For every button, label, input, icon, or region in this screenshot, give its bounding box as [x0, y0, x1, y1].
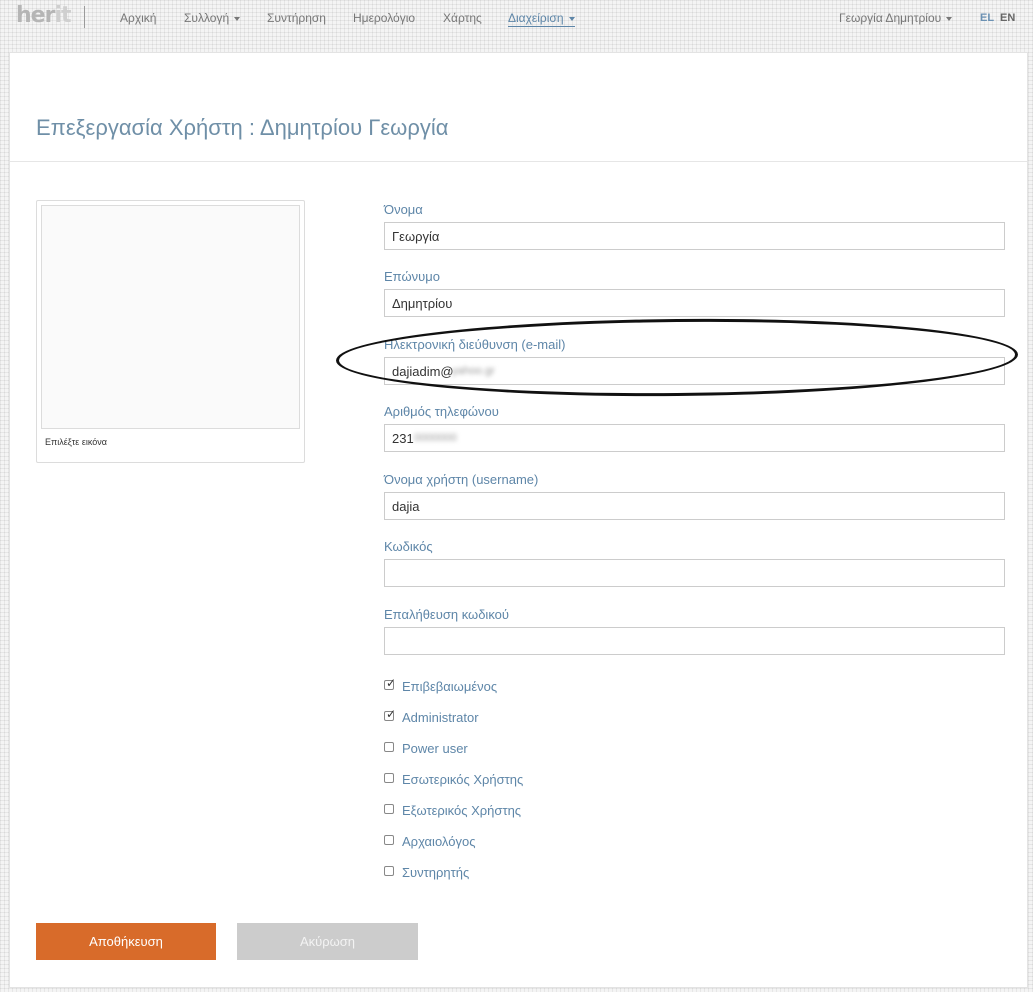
herit-logo[interactable]: herit: [16, 3, 72, 29]
email-field[interactable]: [384, 357, 1005, 385]
user-menu-name: Γεωργία Δημητρίου: [839, 11, 942, 25]
nav-item-collection[interactable]: Συλλογή: [184, 10, 241, 26]
role-label: Administrator: [402, 710, 479, 725]
password-confirm-label: Επαλήθευση κωδικού: [384, 607, 509, 622]
nav-item-map[interactable]: Χάρτης: [443, 10, 482, 26]
phone-field[interactable]: [384, 424, 1005, 452]
nav-item-collection-label: Συλλογή: [184, 11, 230, 25]
checkbox[interactable]: [384, 773, 394, 783]
user-menu[interactable]: Γεωργία Δημητρίου: [839, 10, 953, 26]
checkbox[interactable]: [384, 835, 394, 845]
role-label: Εξωτερικός Χρήστης: [402, 803, 522, 818]
password-label: Κωδικός: [384, 539, 433, 554]
nav-item-administration-label: Διαχείριση: [508, 11, 564, 25]
language-en-link[interactable]: EN: [1000, 10, 1015, 26]
logo-text-tail: it: [54, 3, 71, 28]
nav-item-calendar[interactable]: Ημερολόγιο: [353, 10, 415, 26]
role-label: Συντηρητής: [402, 865, 470, 880]
checkmark-icon: ✓: [386, 707, 397, 721]
checkbox[interactable]: [384, 804, 394, 814]
checkbox[interactable]: ✓: [384, 676, 396, 690]
nav-item-conservation[interactable]: Συντήρηση: [267, 10, 326, 26]
last-name-field[interactable]: [384, 289, 1005, 317]
checkbox[interactable]: [384, 742, 394, 752]
logo-text-main: her: [16, 3, 55, 28]
nav-item-home[interactable]: Αρχική: [120, 10, 156, 26]
nav-item-administration[interactable]: Διαχείριση: [508, 10, 575, 27]
cancel-button[interactable]: Ακύρωση: [237, 923, 418, 960]
main-panel: Επεξεργασία Χρήστη : Δημητρίου Γεωργία Ε…: [9, 52, 1028, 988]
avatar-upload-box[interactable]: Επιλέξτε εικόνα: [36, 200, 305, 463]
nav-divider: [84, 6, 85, 28]
username-label: Όνομα χρήστη (username): [384, 472, 539, 487]
phone-label: Αριθμός τηλεφώνου: [384, 404, 499, 419]
chevron-down-icon: [568, 16, 575, 21]
role-label: Power user: [402, 741, 468, 756]
checkbox[interactable]: [384, 866, 394, 876]
page-title: Επεξεργασία Χρήστη : Δημητρίου Γεωργία: [36, 115, 449, 140]
last-name-label: Επώνυμο: [384, 269, 440, 284]
first-name-field[interactable]: [384, 222, 1005, 250]
top-navbar: herit Αρχική Συλλογή Συντήρηση Ημερολόγι…: [0, 0, 1033, 36]
checkbox[interactable]: ✓: [384, 707, 396, 721]
language-el-link[interactable]: EL: [980, 10, 994, 26]
email-label: Ηλεκτρονική διεύθυνση (e-mail): [384, 337, 566, 352]
username-field[interactable]: [384, 492, 1005, 520]
choose-image-link[interactable]: Επιλέξτε εικόνα: [45, 437, 107, 447]
role-label: Αρχαιολόγος: [402, 834, 476, 849]
role-label: Επιβεβαιωμένος: [402, 679, 498, 694]
avatar-preview: [41, 205, 300, 429]
chevron-down-icon: [946, 16, 953, 21]
first-name-label: Όνομα: [384, 202, 423, 217]
role-label: Εσωτερικός Χρήστης: [402, 772, 524, 787]
chevron-down-icon: [234, 16, 241, 21]
password-field[interactable]: [384, 559, 1005, 587]
password-confirm-field[interactable]: [384, 627, 1005, 655]
save-button[interactable]: Αποθήκευση: [36, 923, 216, 960]
checkmark-icon: ✓: [386, 676, 397, 690]
title-divider: [10, 161, 1027, 162]
